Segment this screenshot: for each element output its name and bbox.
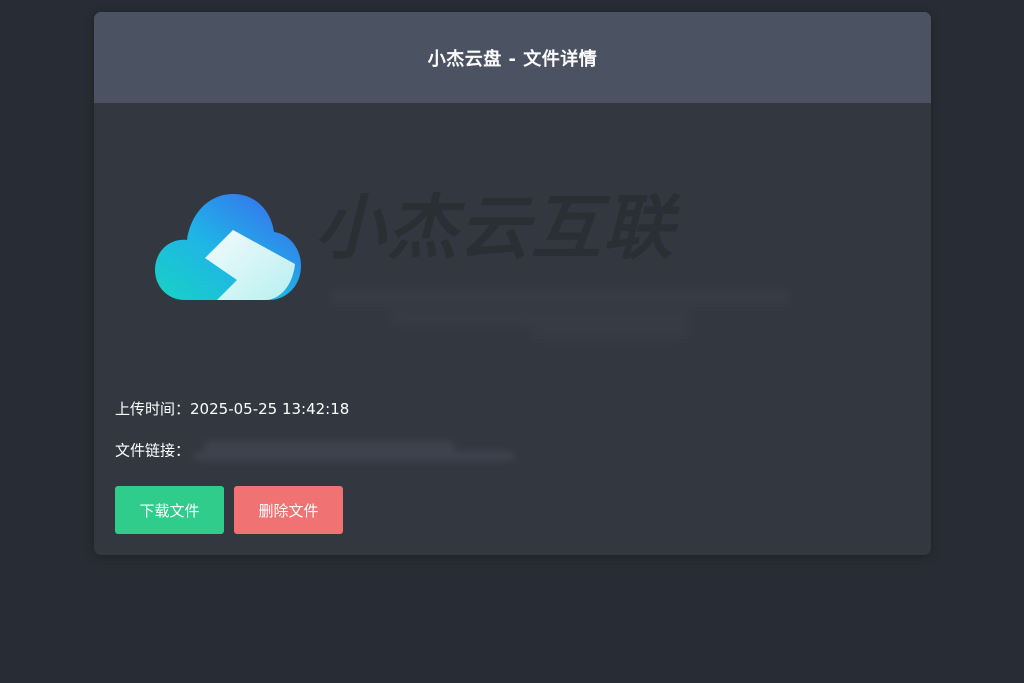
delete-file-button[interactable]: 删除文件 [234, 486, 343, 534]
page-title: 小杰云盘 - 文件详情 [427, 48, 598, 70]
cloud-logo-icon [155, 194, 301, 300]
brand-watermark-text: 小杰云互联 [315, 187, 675, 269]
file-detail-card: 小杰云盘 - 文件详情 小杰云互联 上传时间：2025-05-25 13:42:… [94, 12, 931, 555]
download-file-button[interactable]: 下载文件 [115, 486, 224, 534]
file-preview-image: 小杰云互联 [150, 182, 810, 342]
file-link-label: 文件链接： [115, 441, 191, 460]
upload-time-value: 2025-05-25 13:42:18 [190, 400, 350, 418]
blurred-subtitle [330, 280, 800, 340]
upload-time-row: 上传时间：2025-05-25 13:42:18 [115, 398, 349, 419]
upload-time-label: 上传时间： [115, 400, 191, 418]
file-link-value[interactable] [194, 438, 524, 464]
file-link-row: 文件链接： [115, 438, 524, 464]
card-header: 小杰云盘 - 文件详情 [94, 12, 931, 103]
